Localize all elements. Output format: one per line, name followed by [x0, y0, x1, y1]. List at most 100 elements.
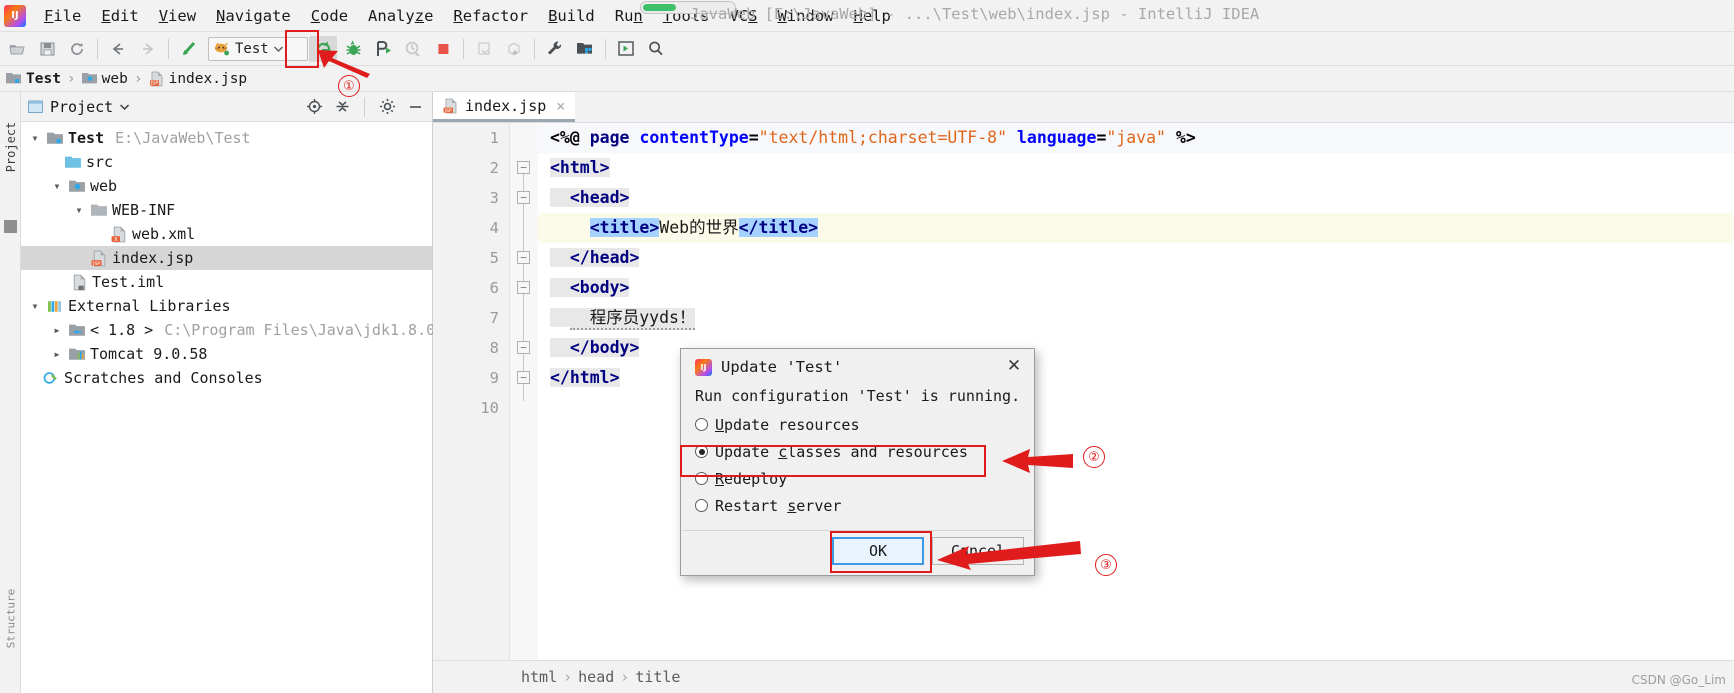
open-folder-icon[interactable]	[3, 36, 31, 62]
hide-icon[interactable]	[404, 96, 426, 118]
menu-view[interactable]: View	[149, 4, 206, 28]
tree-path-jdk: C:\Program Files\Java\jdk1.8.0_	[164, 321, 445, 339]
tree-node-jdk[interactable]: ▸ < 1.8 > C:\Program Files\Java\jdk1.8.0…	[21, 318, 444, 342]
radio-button-selected[interactable]	[695, 445, 708, 458]
breadcrumb-item-0[interactable]: Test	[26, 71, 61, 87]
stop-icon[interactable]	[429, 36, 457, 62]
fold-marker-html-open[interactable]: −	[517, 161, 530, 174]
editor-fold-column: − − − − − −	[510, 123, 538, 693]
close-icon[interactable]: ×	[556, 97, 565, 115]
code-line-9[interactable]: </html>	[550, 363, 620, 393]
radio-button-unselected[interactable]	[695, 499, 708, 512]
chevron-down-icon[interactable]: ▾	[49, 179, 65, 193]
collapse-all-icon[interactable]	[331, 96, 353, 118]
debug-icon[interactable]	[339, 36, 367, 62]
breadcrumb-item-1[interactable]: web	[102, 71, 128, 87]
menu-code[interactable]: Code	[301, 4, 358, 28]
menu-navigate[interactable]: Navigate	[206, 4, 301, 28]
menu-build[interactable]: Build	[538, 4, 605, 28]
cancel-button[interactable]: Cancel	[932, 537, 1024, 565]
deploy-icon[interactable]	[470, 36, 498, 62]
package-icon[interactable]	[500, 36, 528, 62]
chevron-down-icon[interactable]: ▾	[27, 299, 43, 313]
chevron-right-icon[interactable]: ▸	[49, 323, 65, 337]
tree-node-web[interactable]: ▾ web	[21, 174, 432, 198]
fold-marker-body-open[interactable]: −	[517, 281, 530, 294]
chevron-right-icon[interactable]: ▸	[49, 347, 65, 361]
editor-tab-index-jsp[interactable]: JSP index.jsp ×	[433, 92, 576, 122]
radio-update-resources[interactable]: Update resources	[681, 411, 1034, 438]
menu-refactor[interactable]: Refactor	[443, 4, 538, 28]
fold-marker-body-close[interactable]: −	[517, 341, 530, 354]
module-folder-icon	[47, 132, 63, 144]
chevron-down-icon[interactable]: ▾	[27, 131, 43, 145]
radio-button-unselected[interactable]	[695, 472, 708, 485]
menu-file[interactable]: File	[34, 4, 91, 28]
ok-button[interactable]: OK	[832, 537, 924, 565]
search-everywhere-icon[interactable]	[642, 36, 670, 62]
tree-node-src[interactable]: src	[21, 150, 432, 174]
run-configuration-selector[interactable]: Test	[208, 36, 308, 61]
dialog-button-row: OK Cancel	[832, 537, 1024, 565]
radio-update-classes-and-resources[interactable]: Update classes and resources	[681, 438, 1034, 465]
code-line-7[interactable]: 程序员yyds！	[550, 303, 696, 333]
tree-node-scratches[interactable]: Scratches and Consoles	[21, 366, 432, 390]
menu-edit[interactable]: Edit	[91, 4, 148, 28]
tree-label-web: web	[90, 177, 118, 195]
locate-icon[interactable]	[303, 96, 325, 118]
chevron-down-icon	[273, 46, 283, 52]
tree-node-index-jsp[interactable]: JSP index.jsp	[21, 246, 432, 270]
structure-strip-icon[interactable]	[4, 220, 17, 233]
run-with-coverage-icon[interactable]	[369, 36, 397, 62]
svg-text:X: X	[114, 236, 118, 242]
settings-wrench-icon[interactable]	[541, 36, 569, 62]
line-number-2: 2	[489, 159, 499, 177]
rerun-icon[interactable]	[309, 35, 337, 62]
breadcrumb-item-2[interactable]: index.jsp	[169, 71, 248, 87]
code-line-3[interactable]: <head>	[550, 183, 630, 213]
tree-node-web-xml[interactable]: X web.xml	[21, 222, 432, 246]
fold-marker-head-open[interactable]: −	[517, 191, 530, 204]
code-line-8[interactable]: </body>	[550, 333, 640, 363]
back-icon[interactable]	[104, 36, 132, 62]
profile-icon[interactable]	[399, 36, 427, 62]
radio-redeploy[interactable]: Redeploy	[681, 465, 1034, 492]
tree-label-external-libraries: External Libraries	[68, 297, 231, 315]
code-line-1[interactable]: <%@ page contentType="text/html;charset=…	[550, 123, 1196, 153]
breadcrumb-bottom-item-0[interactable]: html	[521, 668, 557, 686]
module-folder-icon	[6, 73, 21, 84]
fold-marker-html-close[interactable]: −	[517, 371, 530, 384]
chevron-down-icon[interactable]: ▾	[71, 203, 87, 217]
project-structure-icon[interactable]	[571, 36, 599, 62]
tree-node-external-libraries[interactable]: ▾ External Libraries	[21, 294, 432, 318]
breadcrumb-bottom-item-2[interactable]: title	[635, 668, 680, 686]
dialog-title-bar: Update 'Test' ✕	[681, 349, 1034, 376]
radio-restart-server[interactable]: Restart server	[681, 492, 1034, 519]
code-line-6[interactable]: <body>	[550, 273, 630, 303]
menu-analyze[interactable]: Analyze	[358, 4, 443, 28]
chevron-down-icon[interactable]	[119, 102, 131, 112]
fold-marker-head-close[interactable]: −	[517, 251, 530, 264]
tree-label-jdk: < 1.8 >	[90, 321, 154, 339]
breadcrumb-bottom-item-1[interactable]: head	[578, 668, 614, 686]
update-project-icon[interactable]	[175, 36, 203, 62]
tree-node-test[interactable]: ▾ Test E:\JavaWeb\Test	[21, 126, 432, 150]
forward-icon[interactable]	[134, 36, 162, 62]
project-panel-header: Project	[21, 92, 432, 122]
sync-icon[interactable]	[63, 36, 91, 62]
save-all-icon[interactable]	[33, 36, 61, 62]
code-line-2[interactable]: <html>	[550, 153, 610, 183]
radio-button-unselected[interactable]	[695, 418, 708, 431]
tree-node-test-iml[interactable]: Test.iml	[21, 270, 432, 294]
line-number-8: 8	[489, 339, 499, 357]
gear-icon[interactable]	[376, 96, 398, 118]
tree-node-tomcat[interactable]: ▸ Tomcat 9.0.58	[21, 342, 432, 366]
watermark: CSDN @Go_Lim	[1631, 673, 1726, 687]
code-line-5[interactable]: </head>	[550, 243, 640, 273]
code-line-4[interactable]: <title>Web的世界</title>	[550, 213, 819, 243]
tree-node-web-inf[interactable]: ▾ WEB-INF	[21, 198, 432, 222]
close-icon[interactable]: ✕	[1004, 356, 1024, 376]
run-anything-icon[interactable]	[612, 36, 640, 62]
sidebar-item-structure[interactable]: Structure	[5, 582, 18, 656]
sidebar-item-project[interactable]: Project	[4, 112, 18, 182]
